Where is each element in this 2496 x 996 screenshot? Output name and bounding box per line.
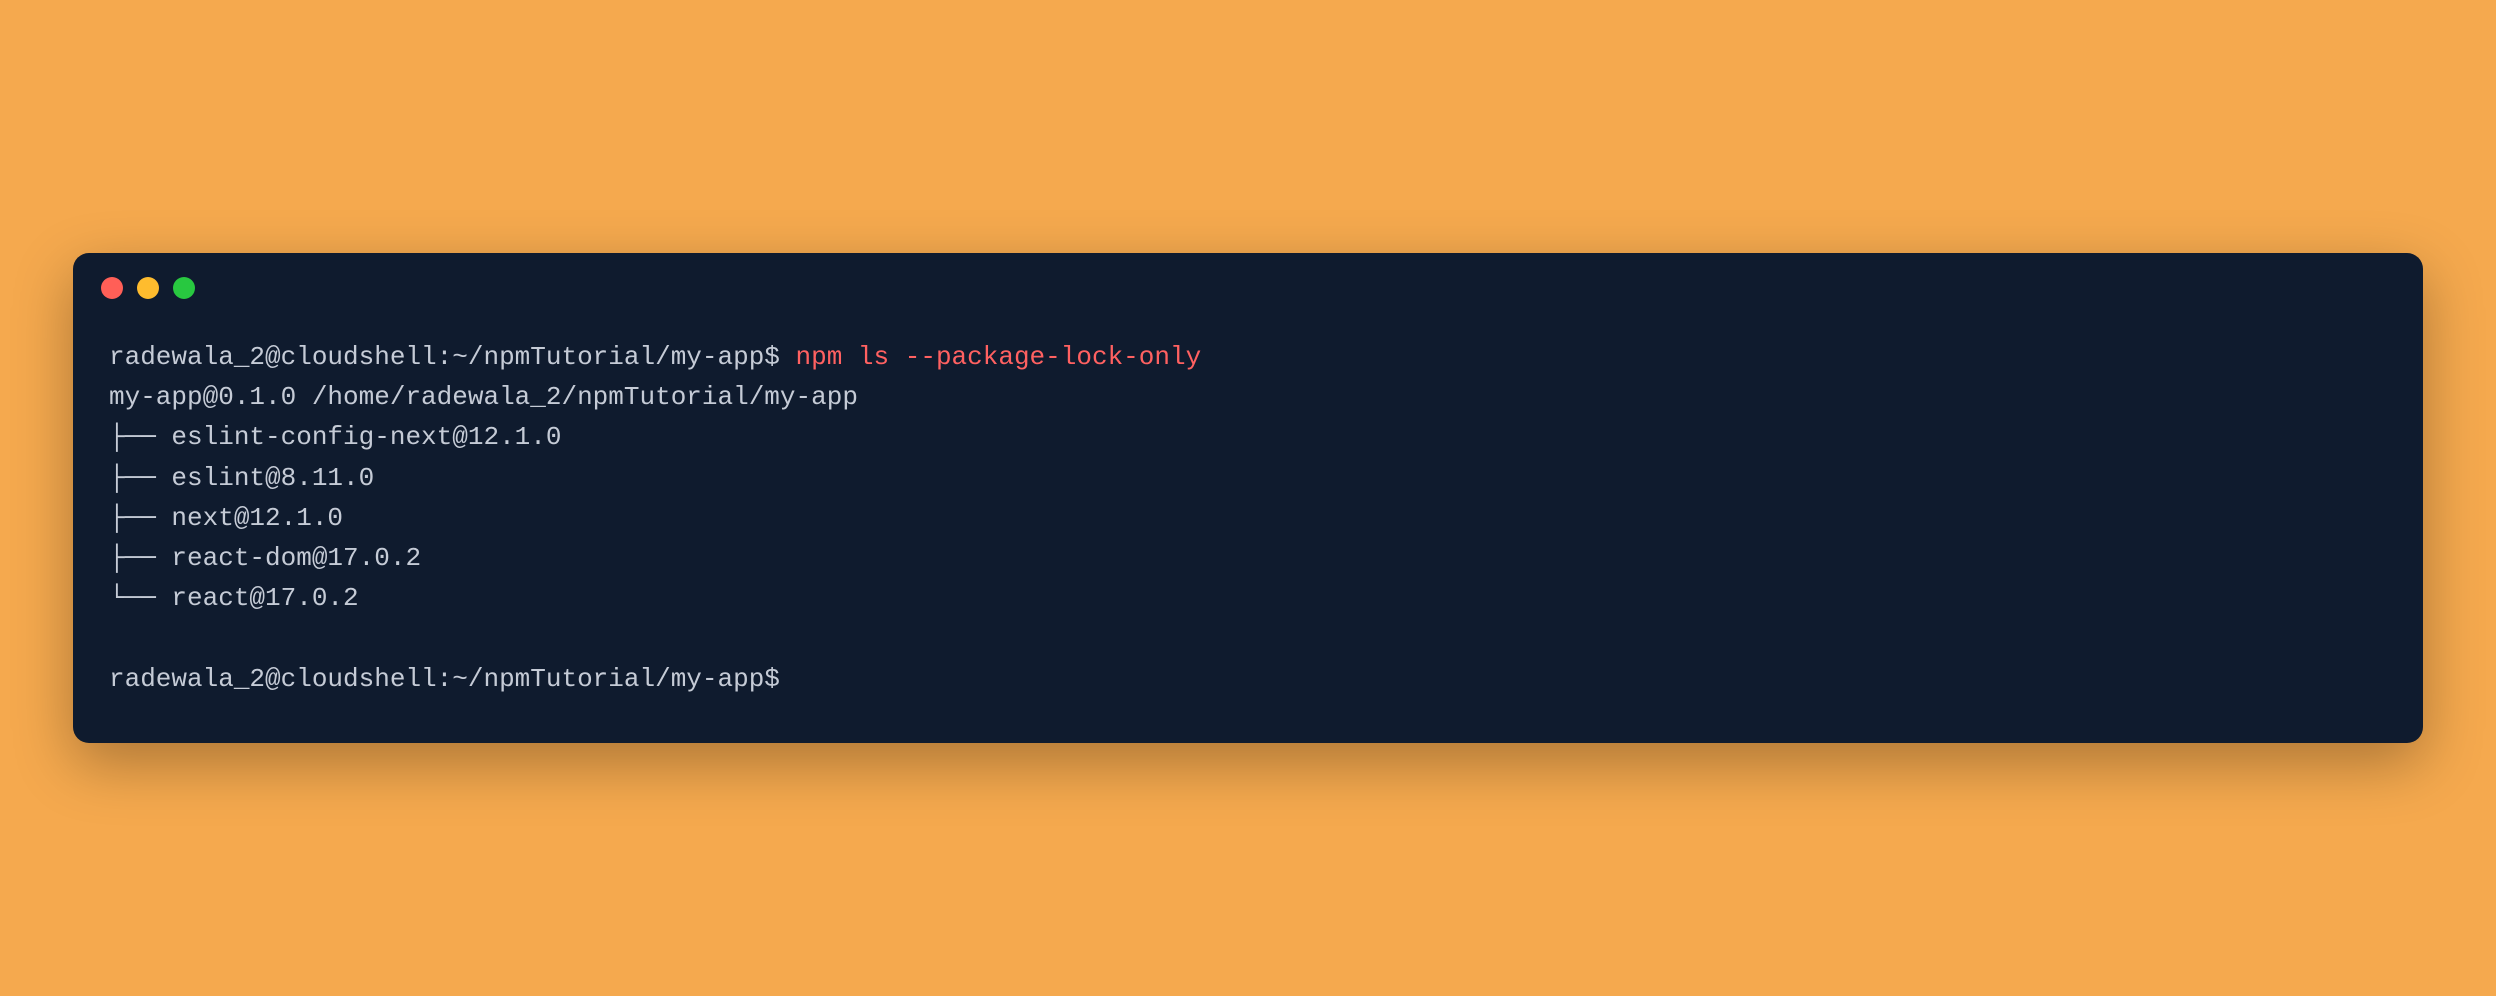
blank-line: [109, 619, 2387, 659]
maximize-icon[interactable]: [173, 277, 195, 299]
shell-command: npm ls --package-lock-only: [796, 342, 1202, 372]
shell-prompt: radewala_2@cloudshell:~/npmTutorial/my-a…: [109, 664, 780, 694]
titlebar: [73, 253, 2423, 309]
tree-line: └── react@17.0.2: [109, 578, 2387, 618]
terminal-window: radewala_2@cloudshell:~/npmTutorial/my-a…: [73, 253, 2423, 744]
tree-line: ├── eslint@8.11.0: [109, 458, 2387, 498]
tree-line: ├── eslint-config-next@12.1.0: [109, 417, 2387, 457]
tree-line: ├── react-dom@17.0.2: [109, 538, 2387, 578]
shell-prompt: radewala_2@cloudshell:~/npmTutorial/my-a…: [109, 342, 796, 372]
minimize-icon[interactable]: [137, 277, 159, 299]
tree-line: ├── next@12.1.0: [109, 498, 2387, 538]
prompt-line-1: radewala_2@cloudshell:~/npmTutorial/my-a…: [109, 337, 2387, 377]
close-icon[interactable]: [101, 277, 123, 299]
output-header: my-app@0.1.0 /home/radewala_2/npmTutoria…: [109, 377, 2387, 417]
prompt-line-2: radewala_2@cloudshell:~/npmTutorial/my-a…: [109, 659, 2387, 699]
terminal-content[interactable]: radewala_2@cloudshell:~/npmTutorial/my-a…: [73, 309, 2423, 744]
